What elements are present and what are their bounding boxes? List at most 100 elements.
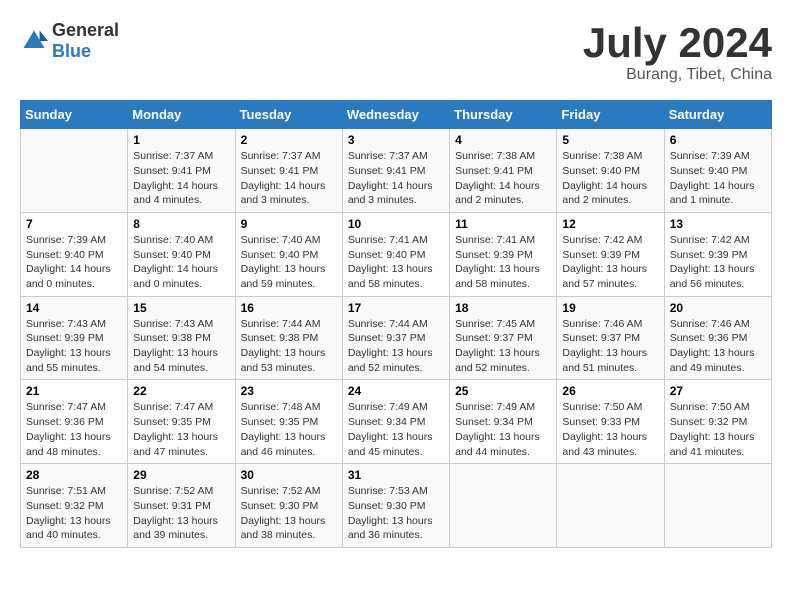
day-info: Sunrise: 7:52 AM Sunset: 9:31 PM Dayligh… bbox=[133, 484, 229, 543]
day-number: 11 bbox=[455, 217, 551, 231]
calendar-cell: 19 Sunrise: 7:46 AM Sunset: 9:37 PM Dayli… bbox=[557, 296, 664, 380]
day-info: Sunrise: 7:47 AM Sunset: 9:36 PM Dayligh… bbox=[26, 400, 122, 459]
day-info: Sunrise: 7:44 AM Sunset: 9:38 PM Dayligh… bbox=[241, 317, 337, 376]
day-number: 20 bbox=[670, 301, 766, 315]
day-info: Sunrise: 7:51 AM Sunset: 9:32 PM Dayligh… bbox=[26, 484, 122, 543]
day-info: Sunrise: 7:43 AM Sunset: 9:39 PM Dayligh… bbox=[26, 317, 122, 376]
day-info: Sunrise: 7:49 AM Sunset: 9:34 PM Dayligh… bbox=[348, 400, 444, 459]
calendar-cell: 7 Sunrise: 7:39 AM Sunset: 9:40 PM Daylig… bbox=[21, 212, 128, 296]
calendar-cell: 9 Sunrise: 7:40 AM Sunset: 9:40 PM Daylig… bbox=[235, 212, 342, 296]
day-info: Sunrise: 7:37 AM Sunset: 9:41 PM Dayligh… bbox=[133, 149, 229, 208]
calendar-cell: 16 Sunrise: 7:44 AM Sunset: 9:38 PM Dayli… bbox=[235, 296, 342, 380]
subtitle: Burang, Tibet, China bbox=[583, 66, 772, 84]
calendar-cell: 24 Sunrise: 7:49 AM Sunset: 9:34 PM Dayli… bbox=[342, 380, 449, 464]
calendar-cell: 29Sunrise: 7:52 AM Sunset: 9:31 PM Dayli… bbox=[128, 464, 235, 548]
day-info: Sunrise: 7:43 AM Sunset: 9:38 PM Dayligh… bbox=[133, 317, 229, 376]
day-number: 8 bbox=[133, 217, 229, 231]
day-number: 3 bbox=[348, 133, 444, 147]
title-section: July 2024 Burang, Tibet, China bbox=[583, 20, 772, 84]
day-info: Sunrise: 7:42 AM Sunset: 9:39 PM Dayligh… bbox=[670, 233, 766, 292]
calendar-cell: 30 Sunrise: 7:52 AM Sunset: 9:30 PM Dayli… bbox=[235, 464, 342, 548]
logo-general: General bbox=[52, 20, 119, 40]
calendar-cell: 31Sunrise: 7:53 AM Sunset: 9:30 PM Dayli… bbox=[342, 464, 449, 548]
calendar-cell: 26 Sunrise: 7:50 AM Sunset: 9:33 PM Dayli… bbox=[557, 380, 664, 464]
day-info: Sunrise: 7:50 AM Sunset: 9:32 PM Dayligh… bbox=[670, 400, 766, 459]
day-info: Sunrise: 7:50 AM Sunset: 9:33 PM Dayligh… bbox=[562, 400, 658, 459]
calendar-cell bbox=[557, 464, 664, 548]
day-info: Sunrise: 7:38 AM Sunset: 9:40 PM Dayligh… bbox=[562, 149, 658, 208]
day-number: 24 bbox=[348, 384, 444, 398]
week-row-2: 7 Sunrise: 7:39 AM Sunset: 9:40 PM Daylig… bbox=[21, 212, 772, 296]
calendar-cell: 20 Sunrise: 7:46 AM Sunset: 9:36 PM Dayli… bbox=[664, 296, 771, 380]
logo-text: General Blue bbox=[52, 20, 119, 62]
day-number: 22 bbox=[133, 384, 229, 398]
logo-blue: Blue bbox=[52, 41, 91, 61]
calendar-cell: 1 Sunrise: 7:37 AM Sunset: 9:41 PM Daylig… bbox=[128, 129, 235, 213]
calendar-cell bbox=[664, 464, 771, 548]
day-info: Sunrise: 7:40 AM Sunset: 9:40 PM Dayligh… bbox=[133, 233, 229, 292]
day-number: 7 bbox=[26, 217, 122, 231]
day-info: Sunrise: 7:40 AM Sunset: 9:40 PM Dayligh… bbox=[241, 233, 337, 292]
calendar-cell: 12Sunrise: 7:42 AM Sunset: 9:39 PM Dayli… bbox=[557, 212, 664, 296]
weekday-header-monday: Monday bbox=[128, 101, 235, 129]
calendar-cell: 15 Sunrise: 7:43 AM Sunset: 9:38 PM Dayli… bbox=[128, 296, 235, 380]
day-info: Sunrise: 7:49 AM Sunset: 9:34 PM Dayligh… bbox=[455, 400, 551, 459]
logo-icon bbox=[20, 27, 48, 55]
day-number: 27 bbox=[670, 384, 766, 398]
day-number: 15 bbox=[133, 301, 229, 315]
day-number: 6 bbox=[670, 133, 766, 147]
calendar-cell: 10Sunrise: 7:41 AM Sunset: 9:40 PM Dayli… bbox=[342, 212, 449, 296]
day-number: 18 bbox=[455, 301, 551, 315]
weekday-header-row: SundayMondayTuesdayWednesdayThursdayFrid… bbox=[21, 101, 772, 129]
day-info: Sunrise: 7:37 AM Sunset: 9:41 PM Dayligh… bbox=[241, 149, 337, 208]
day-info: Sunrise: 7:45 AM Sunset: 9:37 PM Dayligh… bbox=[455, 317, 551, 376]
day-info: Sunrise: 7:46 AM Sunset: 9:37 PM Dayligh… bbox=[562, 317, 658, 376]
day-number: 16 bbox=[241, 301, 337, 315]
day-number: 21 bbox=[26, 384, 122, 398]
day-info: Sunrise: 7:44 AM Sunset: 9:37 PM Dayligh… bbox=[348, 317, 444, 376]
calendar-cell: 8 Sunrise: 7:40 AM Sunset: 9:40 PM Daylig… bbox=[128, 212, 235, 296]
calendar-cell: 21 Sunrise: 7:47 AM Sunset: 9:36 PM Dayli… bbox=[21, 380, 128, 464]
calendar-cell: 14 Sunrise: 7:43 AM Sunset: 9:39 PM Dayli… bbox=[21, 296, 128, 380]
weekday-header-saturday: Saturday bbox=[664, 101, 771, 129]
day-info: Sunrise: 7:46 AM Sunset: 9:36 PM Dayligh… bbox=[670, 317, 766, 376]
day-number: 25 bbox=[455, 384, 551, 398]
day-number: 2 bbox=[241, 133, 337, 147]
calendar-cell: 22Sunrise: 7:47 AM Sunset: 9:35 PM Dayli… bbox=[128, 380, 235, 464]
weekday-header-sunday: Sunday bbox=[21, 101, 128, 129]
day-number: 14 bbox=[26, 301, 122, 315]
day-number: 10 bbox=[348, 217, 444, 231]
day-info: Sunrise: 7:53 AM Sunset: 9:30 PM Dayligh… bbox=[348, 484, 444, 543]
main-title: July 2024 bbox=[583, 20, 772, 66]
week-row-4: 21 Sunrise: 7:47 AM Sunset: 9:36 PM Dayli… bbox=[21, 380, 772, 464]
day-number: 26 bbox=[562, 384, 658, 398]
weekday-header-wednesday: Wednesday bbox=[342, 101, 449, 129]
calendar-cell: 3Sunrise: 7:37 AM Sunset: 9:41 PM Daylig… bbox=[342, 129, 449, 213]
calendar-cell: 4Sunrise: 7:38 AM Sunset: 9:41 PM Daylig… bbox=[450, 129, 557, 213]
day-number: 5 bbox=[562, 133, 658, 147]
day-info: Sunrise: 7:39 AM Sunset: 9:40 PM Dayligh… bbox=[26, 233, 122, 292]
day-number: 9 bbox=[241, 217, 337, 231]
week-row-1: 1 Sunrise: 7:37 AM Sunset: 9:41 PM Daylig… bbox=[21, 129, 772, 213]
calendar-cell bbox=[21, 129, 128, 213]
day-number: 19 bbox=[562, 301, 658, 315]
day-info: Sunrise: 7:42 AM Sunset: 9:39 PM Dayligh… bbox=[562, 233, 658, 292]
calendar-cell: 5 Sunrise: 7:38 AM Sunset: 9:40 PM Daylig… bbox=[557, 129, 664, 213]
day-number: 30 bbox=[241, 468, 337, 482]
day-info: Sunrise: 7:52 AM Sunset: 9:30 PM Dayligh… bbox=[241, 484, 337, 543]
day-number: 1 bbox=[133, 133, 229, 147]
calendar-cell bbox=[450, 464, 557, 548]
day-number: 13 bbox=[670, 217, 766, 231]
page-header: General Blue July 2024 Burang, Tibet, Ch… bbox=[20, 20, 772, 84]
day-info: Sunrise: 7:48 AM Sunset: 9:35 PM Dayligh… bbox=[241, 400, 337, 459]
weekday-header-thursday: Thursday bbox=[450, 101, 557, 129]
day-number: 17 bbox=[348, 301, 444, 315]
calendar-table: SundayMondayTuesdayWednesdayThursdayFrid… bbox=[20, 100, 772, 548]
calendar-cell: 6Sunrise: 7:39 AM Sunset: 9:40 PM Daylig… bbox=[664, 129, 771, 213]
calendar-cell: 27 Sunrise: 7:50 AM Sunset: 9:32 PM Dayli… bbox=[664, 380, 771, 464]
day-number: 23 bbox=[241, 384, 337, 398]
day-number: 4 bbox=[455, 133, 551, 147]
calendar-cell: 25 Sunrise: 7:49 AM Sunset: 9:34 PM Dayli… bbox=[450, 380, 557, 464]
day-info: Sunrise: 7:41 AM Sunset: 9:39 PM Dayligh… bbox=[455, 233, 551, 292]
weekday-header-friday: Friday bbox=[557, 101, 664, 129]
